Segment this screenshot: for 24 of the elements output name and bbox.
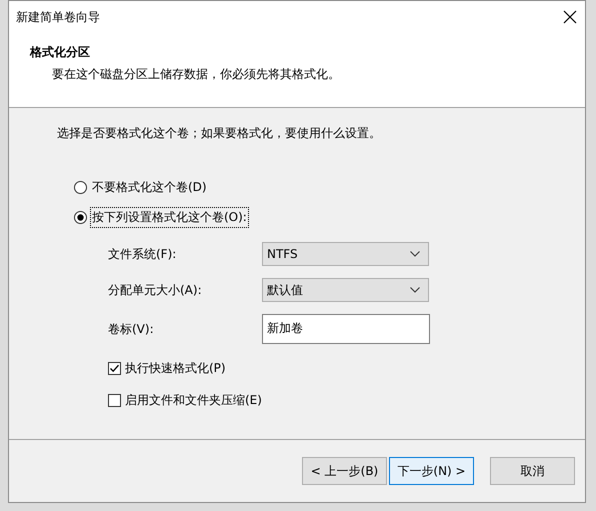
cancel-button[interactable]: 取消 (490, 457, 575, 485)
chevron-down-icon[interactable] (410, 251, 420, 257)
radio-button[interactable] (74, 210, 87, 224)
wizard-button[interactable]: 下一步(N) > (389, 457, 474, 485)
checkbox[interactable] (108, 362, 121, 375)
field-label: 卷标(V): (108, 320, 155, 338)
wizard-button[interactable]: < 上一步(B) (302, 457, 387, 485)
page-description: 要在这个磁盘分区上储存数据，你必须先将其格式化。 (51, 66, 341, 83)
close-icon[interactable] (563, 10, 577, 24)
checkbox[interactable] (108, 394, 121, 407)
radio-button[interactable] (74, 180, 87, 194)
chevron-down-icon[interactable] (410, 287, 420, 293)
field-label: 分配单元大小(A): (108, 282, 203, 298)
input-field[interactable]: 新加卷 (262, 314, 430, 344)
dropdown[interactable]: 默认值 (262, 278, 429, 302)
page-heading: 格式化分区 (30, 44, 91, 61)
field-label: 文件系统(F): (108, 246, 178, 262)
dropdown[interactable]: NTFS (262, 242, 429, 266)
window-title: 新建简单卷向导 (16, 8, 100, 26)
checkbox-label[interactable]: 执行快速格式化(P) (125, 360, 226, 377)
checkbox-label[interactable]: 启用文件和文件夹压缩(E) (125, 392, 262, 409)
radio-label[interactable]: 不要格式化这个卷(D) (90, 176, 209, 198)
radio-label[interactable]: 按下列设置格式化这个卷(O): (90, 206, 249, 228)
instruction-text: 选择是否要格式化这个卷；如果要格式化，要使用什么设置。 (57, 125, 382, 142)
